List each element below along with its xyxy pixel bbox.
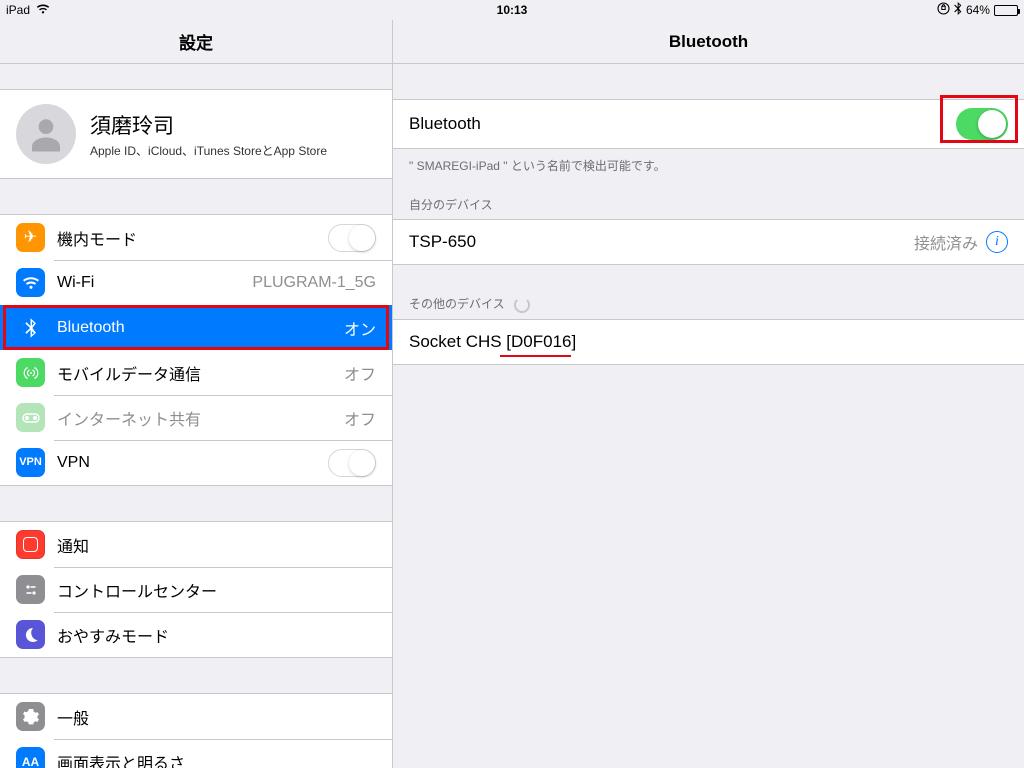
hotspot-value: オフ (344, 406, 376, 430)
bluetooth-icon (954, 2, 962, 18)
orientation-lock-icon (937, 2, 950, 18)
cellular-icon (16, 358, 45, 387)
sidebar-item-hotspot[interactable]: インターネット共有 オフ (0, 395, 392, 440)
profile-subtitle: Apple ID、iCloud、iTunes StoreとApp Store (90, 142, 327, 159)
device-socket-chs[interactable]: Socket CHS [D0F016] (393, 320, 1024, 364)
wifi-settings-icon (16, 268, 45, 297)
bluetooth-toggle-cell: Bluetooth (393, 100, 1024, 148)
hotspot-icon (16, 403, 45, 432)
battery-icon (994, 5, 1018, 16)
profile-name: 須磨玲司 (90, 110, 327, 140)
sidebar-item-control-center[interactable]: コントロールセンター (0, 567, 392, 612)
general-icon (16, 702, 45, 731)
other-devices-header: その他のデバイス (393, 295, 1024, 319)
bluetooth-value: オン (344, 316, 376, 340)
notifications-icon (16, 530, 45, 559)
airplane-toggle[interactable] (328, 224, 376, 252)
info-icon[interactable]: i (986, 231, 1008, 253)
sidebar-item-airplane-mode[interactable]: ✈︎ 機内モード (0, 215, 392, 260)
discoverable-footer: " SMAREGI-iPad " という名前で検出可能です。 (393, 149, 1024, 174)
device-status: 接続済み (914, 230, 978, 254)
spinner-icon (514, 297, 530, 313)
sidebar-item-general[interactable]: 一般 (0, 694, 392, 739)
apple-id-cell[interactable]: 須磨玲司 Apple ID、iCloud、iTunes StoreとApp St… (0, 90, 392, 178)
wifi-value: PLUGRAM-1_5G (252, 274, 376, 292)
page-title: Bluetooth (393, 20, 1024, 64)
dnd-icon (16, 620, 45, 649)
battery-pct: 64% (966, 3, 990, 17)
sidebar-title: 設定 (0, 20, 392, 64)
sidebar-item-wifi[interactable]: Wi-Fi PLUGRAM-1_5G (0, 260, 392, 305)
status-device: iPad (6, 3, 30, 17)
status-bar: iPad 10:13 64% (0, 0, 1024, 20)
underline-annotation (500, 355, 571, 357)
display-icon: AA (16, 747, 45, 768)
avatar (16, 104, 76, 164)
sidebar-item-display[interactable]: AA 画面表示と明るさ (0, 739, 392, 768)
airplane-icon: ✈︎ (16, 223, 45, 252)
device-tsp-650[interactable]: TSP-650 接続済み i (393, 220, 1024, 264)
sidebar-item-vpn[interactable]: VPN VPN (0, 440, 392, 485)
control-center-icon (16, 575, 45, 604)
sidebar-item-bluetooth[interactable]: Bluetooth オン (0, 305, 392, 350)
my-devices-header: 自分のデバイス (393, 196, 1024, 219)
bluetooth-toggle[interactable] (956, 108, 1008, 140)
status-time: 10:13 (343, 3, 680, 17)
vpn-toggle[interactable] (328, 449, 376, 477)
cellular-value: オフ (344, 361, 376, 385)
bluetooth-settings-icon (16, 313, 45, 342)
sidebar-item-cellular[interactable]: モバイルデータ通信 オフ (0, 350, 392, 395)
wifi-icon (36, 3, 50, 17)
vpn-icon: VPN (16, 448, 45, 477)
sidebar-item-notifications[interactable]: 通知 (0, 522, 392, 567)
sidebar-item-do-not-disturb[interactable]: おやすみモード (0, 612, 392, 657)
